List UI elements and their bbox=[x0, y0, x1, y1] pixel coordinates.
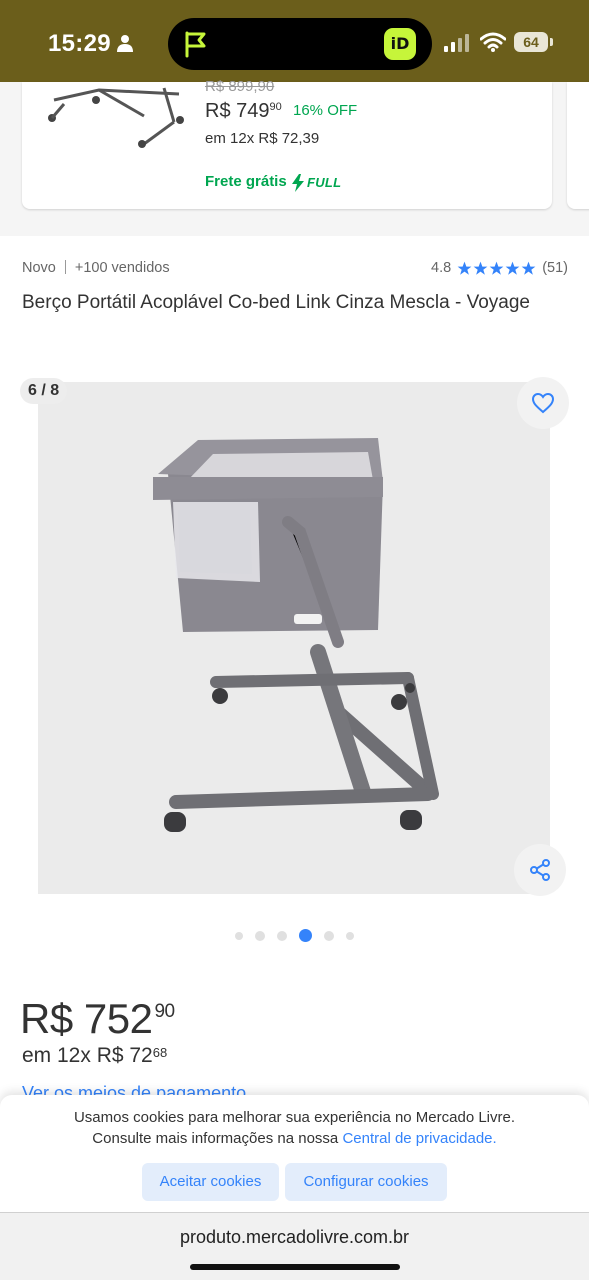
home-indicator[interactable] bbox=[190, 1264, 400, 1270]
share-icon bbox=[530, 859, 550, 881]
wifi-icon bbox=[480, 32, 506, 52]
rating-value: 4.8 bbox=[431, 260, 452, 276]
star-icon bbox=[521, 261, 536, 275]
recommended-card-next[interactable] bbox=[567, 82, 589, 209]
privacy-center-link[interactable]: Central de privacidade. bbox=[342, 1130, 496, 1147]
star-icon bbox=[489, 261, 504, 275]
recommended-old-price: R$ 899,90 bbox=[205, 78, 275, 95]
cookie-message: Usamos cookies para melhorar sua experiê… bbox=[73, 1109, 516, 1147]
recommended-product-image bbox=[48, 87, 184, 148]
star-icon bbox=[473, 261, 488, 275]
gallery-dot[interactable] bbox=[346, 931, 354, 940]
share-button[interactable] bbox=[514, 844, 566, 896]
gallery-dot[interactable] bbox=[255, 930, 265, 941]
app-badge-icon: iD bbox=[384, 28, 416, 60]
flag-icon bbox=[185, 31, 206, 58]
bassinet-image bbox=[38, 382, 550, 894]
full-badge: FULL bbox=[307, 175, 342, 190]
sold-count: +100 vendidos bbox=[74, 260, 170, 276]
product-price: R$ 752 90 bbox=[20, 995, 175, 1042]
battery-icon: 64 bbox=[514, 32, 554, 52]
product-title: Berço Portátil Acoplável Co-bed Link Cin… bbox=[22, 292, 530, 313]
star-icon bbox=[505, 261, 520, 275]
gallery-dot[interactable] bbox=[324, 930, 334, 941]
gallery-dot[interactable] bbox=[277, 930, 287, 941]
recommended-installments: em 12x R$ 72,39 bbox=[205, 130, 320, 147]
divider bbox=[64, 260, 66, 274]
star-icon bbox=[457, 261, 472, 275]
status-time: 15:29 bbox=[48, 30, 111, 57]
person-icon bbox=[117, 35, 133, 52]
product-image[interactable] bbox=[38, 382, 550, 894]
rating-summary[interactable]: 4.8 (51) bbox=[431, 260, 568, 276]
gallery-dot-active[interactable] bbox=[299, 929, 312, 943]
heart-icon bbox=[531, 392, 555, 414]
recommended-free-shipping: Frete grátis bbox=[205, 173, 287, 190]
battery-level: 64 bbox=[523, 34, 539, 50]
product-meta: Novo +100 vendidos bbox=[22, 260, 170, 276]
gallery-dots[interactable] bbox=[0, 927, 589, 943]
gallery-counter: 6 / 8 bbox=[20, 378, 68, 404]
rating-stars bbox=[457, 261, 536, 276]
gallery-dot[interactable] bbox=[235, 931, 243, 940]
configure-cookies-button[interactable]: Configurar cookies bbox=[285, 1163, 447, 1201]
recommended-price: R$ 74990 bbox=[205, 100, 282, 122]
lightning-icon bbox=[292, 174, 304, 192]
review-count: (51) bbox=[542, 260, 568, 276]
accept-cookies-button[interactable]: Aceitar cookies bbox=[142, 1163, 279, 1201]
recommended-discount: 16% OFF bbox=[293, 102, 358, 119]
cellular-signal-icon bbox=[444, 34, 469, 52]
condition-label: Novo bbox=[22, 260, 56, 276]
favorite-button[interactable] bbox=[517, 377, 569, 429]
url-text[interactable]: produto.mercadolivre.com.br bbox=[0, 1227, 589, 1248]
installments: em 12x R$ 7268 bbox=[22, 1044, 168, 1067]
